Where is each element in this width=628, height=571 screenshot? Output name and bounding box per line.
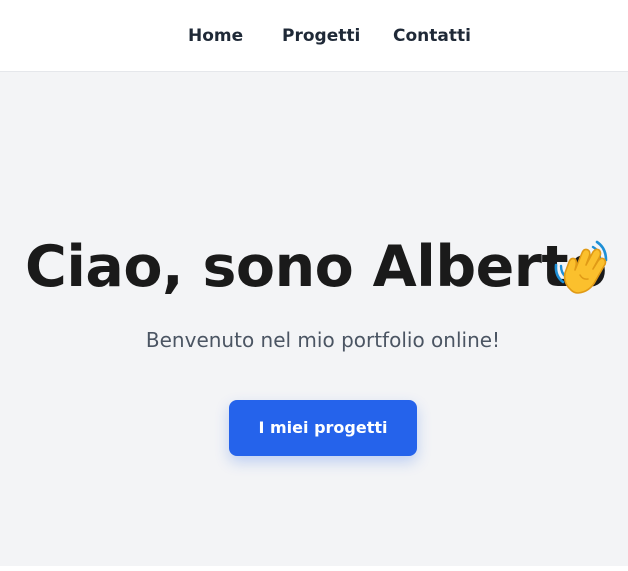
hero-subtitle: Benvenuto nel mio portfolio online! xyxy=(145,328,501,352)
nav-link-contacts[interactable]: Contatti xyxy=(393,25,471,47)
hero-title: Ciao, sono Alberto xyxy=(25,234,607,300)
nav-link-projects[interactable]: Progetti xyxy=(282,25,360,47)
page-bottom-edge xyxy=(0,566,628,571)
my-projects-button[interactable]: I miei progetti xyxy=(229,400,417,456)
nav-link-home[interactable]: Home xyxy=(188,25,243,47)
hero-section: Ciao, sono Alberto Benvenuto nel mio por… xyxy=(0,72,628,566)
navbar: Home Progetti Contatti xyxy=(0,0,628,72)
waving-hand-icon xyxy=(550,235,614,299)
